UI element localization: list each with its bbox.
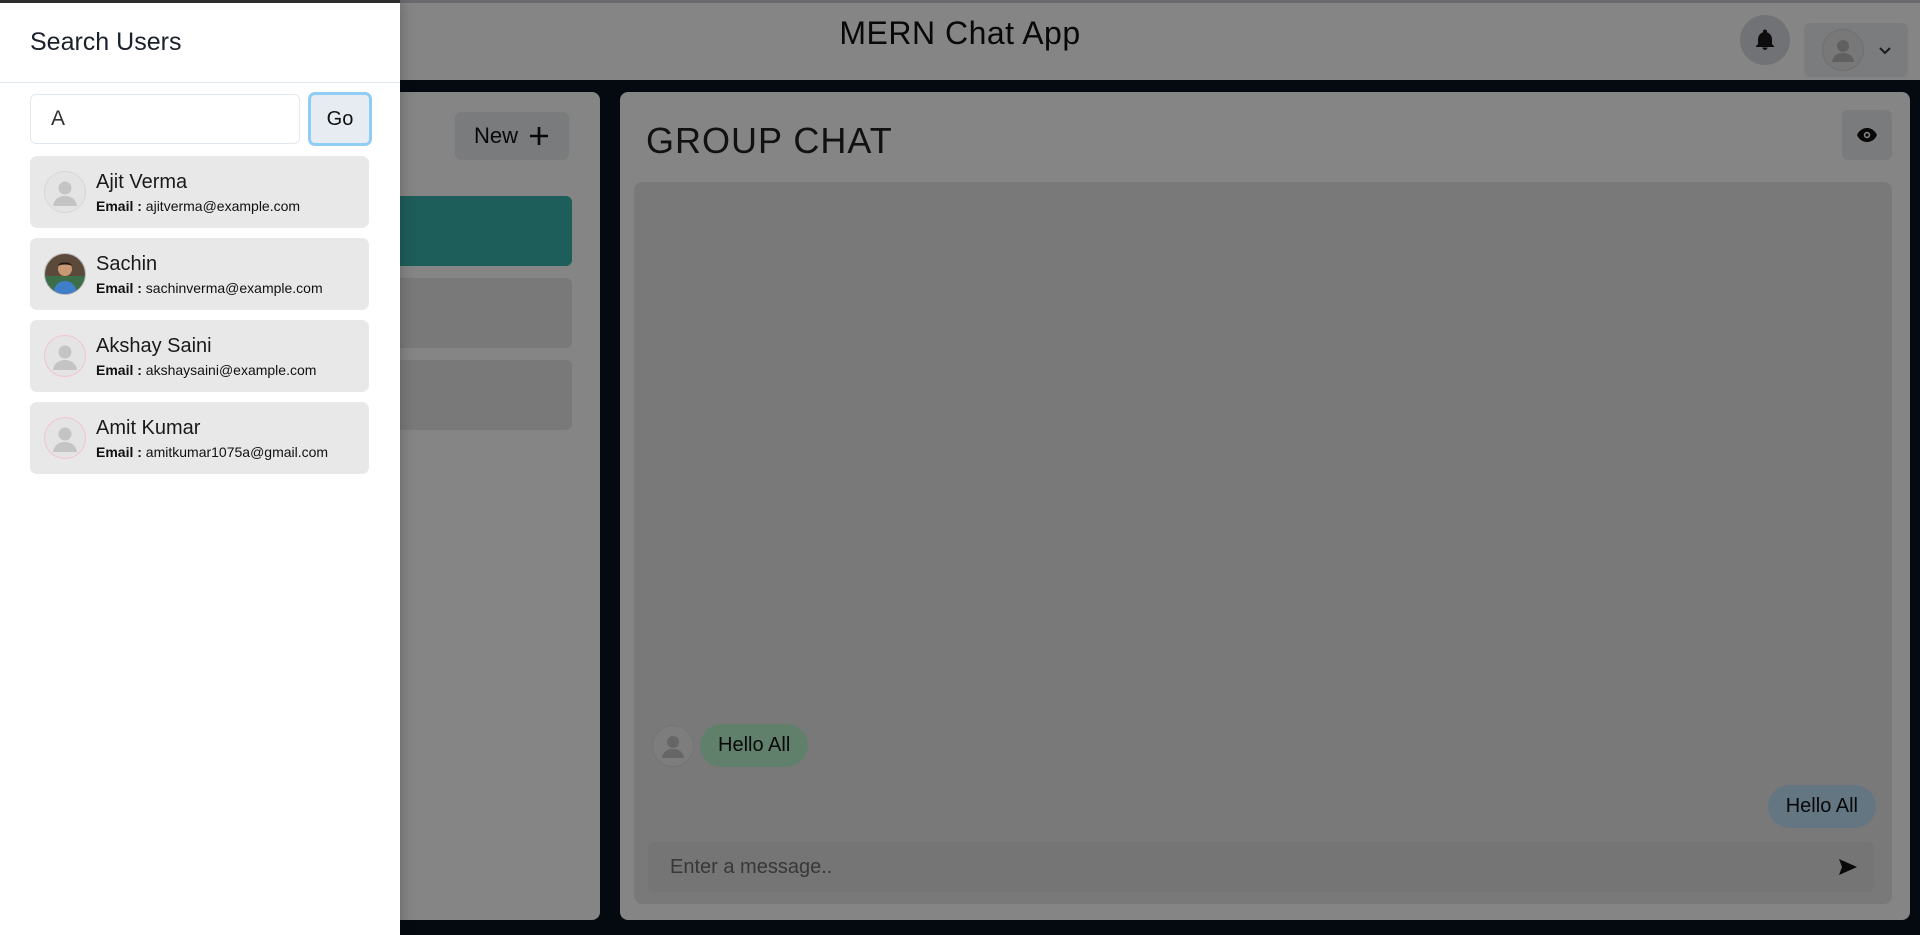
user-email-line: Email : akshaysaini@example.com [96, 362, 316, 378]
default-avatar-icon [53, 345, 77, 370]
avatar [44, 335, 86, 377]
user-email: ajitverma@example.com [145, 198, 301, 214]
user-info: Amit Kumar Email : amitkumar1075a@gmail.… [96, 416, 328, 460]
user-email: amitkumar1075a@gmail.com [145, 444, 329, 460]
email-label: Email : [96, 280, 142, 296]
avatar [44, 417, 86, 459]
photo-avatar [45, 254, 85, 294]
user-info: Ajit Verma Email : ajitverma@example.com [96, 170, 300, 214]
avatar [44, 171, 86, 213]
user-result-item[interactable]: Akshay Saini Email : akshaysaini@example… [30, 320, 369, 392]
user-email-line: Email : sachinverma@example.com [96, 280, 323, 296]
user-name: Sachin [96, 253, 158, 275]
default-avatar-icon [53, 181, 77, 206]
user-email-line: Email : amitkumar1075a@gmail.com [96, 444, 328, 460]
user-result-item[interactable]: Ajit Verma Email : ajitverma@example.com [30, 156, 369, 228]
user-email: akshaysaini@example.com [145, 362, 317, 378]
search-input[interactable] [30, 94, 300, 144]
user-name: Amit Kumar [96, 417, 201, 439]
user-info: Sachin Email : sachinverma@example.com [96, 252, 323, 296]
user-name: Akshay Saini [96, 335, 212, 357]
search-bar: Go [30, 92, 372, 146]
email-label: Email : [96, 444, 142, 460]
user-name: Ajit Verma [96, 171, 188, 193]
default-avatar-icon [53, 427, 77, 452]
user-email: sachinverma@example.com [145, 280, 323, 296]
user-result-item[interactable]: Sachin Email : sachinverma@example.com [30, 238, 369, 310]
user-email-line: Email : ajitverma@example.com [96, 198, 300, 214]
user-result-item[interactable]: Amit Kumar Email : amitkumar1075a@gmail.… [30, 402, 369, 474]
go-button[interactable]: Go [308, 92, 372, 146]
search-users-drawer: Search Users Go Ajit Verma Email : ajitv… [0, 0, 400, 935]
email-label: Email : [96, 362, 142, 378]
user-info: Akshay Saini Email : akshaysaini@example… [96, 334, 316, 378]
drawer-title: Search Users [0, 3, 400, 83]
email-label: Email : [96, 198, 142, 214]
avatar [44, 253, 86, 295]
